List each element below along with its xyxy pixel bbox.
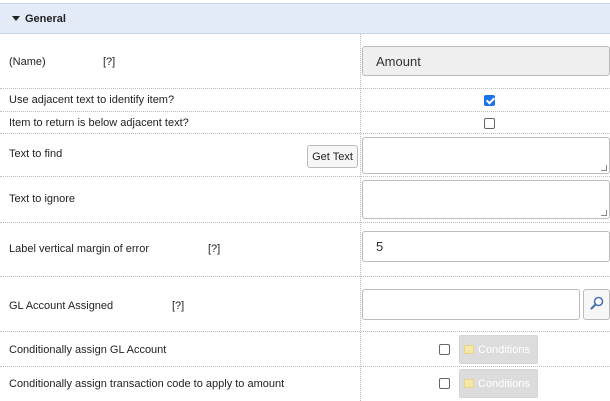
name-value: Amount <box>376 53 421 69</box>
conditions-label: Conditions <box>478 377 530 390</box>
resize-grip-icon[interactable] <box>601 165 607 171</box>
row-label-margin: Label vertical margin of error [?] 5 <box>0 223 610 277</box>
text-to-find-label: Text to find <box>9 148 63 160</box>
row-use-adjacent: Use adjacent text to identify item? <box>0 89 610 112</box>
section-header-general[interactable]: General <box>0 3 610 34</box>
label-margin-input[interactable]: 5 <box>362 231 610 262</box>
below-adjacent-checkbox[interactable] <box>484 118 495 129</box>
gl-lookup-button[interactable] <box>583 289 610 320</box>
row-text-to-ignore: Text to ignore <box>0 177 610 223</box>
cond-gl-conditions-button[interactable]: Conditions <box>459 335 538 364</box>
property-grid: General (Name) [?] Amount Use adjacent t… <box>0 0 610 401</box>
collapse-triangle-icon[interactable] <box>12 16 20 21</box>
row-text-to-find: Text to find Get Text <box>0 134 610 177</box>
cond-gl-label: Conditionally assign GL Account <box>9 344 167 356</box>
below-adjacent-label: Item to return is below adjacent text? <box>9 117 189 129</box>
conditions-icon <box>464 379 474 388</box>
name-label: (Name) <box>9 56 46 68</box>
cond-gl-checkbox[interactable] <box>439 344 450 355</box>
row-gl-account: GL Account Assigned [?] <box>0 277 610 332</box>
label-margin-help[interactable]: [?] <box>208 243 220 255</box>
cond-txn-conditions-button[interactable]: Conditions <box>459 369 538 398</box>
magnifier-icon <box>590 296 604 310</box>
conditions-label: Conditions <box>478 343 530 356</box>
gl-account-help[interactable]: [?] <box>172 300 184 312</box>
row-cond-txn: Conditionally assign transaction code to… <box>0 367 610 401</box>
use-adjacent-label: Use adjacent text to identify item? <box>9 94 175 106</box>
name-field[interactable]: Amount <box>362 46 610 76</box>
section-title: General <box>25 12 66 25</box>
cond-txn-label: Conditionally assign transaction code to… <box>9 378 285 390</box>
text-to-ignore-input[interactable] <box>362 180 610 219</box>
get-text-button[interactable]: Get Text <box>307 145 358 168</box>
gl-account-input[interactable] <box>362 289 580 320</box>
resize-grip-icon[interactable] <box>601 210 607 216</box>
row-cond-gl: Conditionally assign GL Account Conditio… <box>0 332 610 367</box>
label-margin-value: 5 <box>376 239 384 254</box>
gl-account-label: GL Account Assigned <box>9 300 114 312</box>
text-to-ignore-label: Text to ignore <box>9 193 76 205</box>
name-help[interactable]: [?] <box>103 56 115 68</box>
text-to-find-input[interactable] <box>362 137 610 174</box>
conditions-icon <box>464 345 474 354</box>
cond-txn-checkbox[interactable] <box>439 378 450 389</box>
use-adjacent-checkbox[interactable] <box>484 95 495 106</box>
row-name: (Name) [?] Amount <box>0 34 610 89</box>
label-margin-label: Label vertical margin of error <box>9 243 150 255</box>
row-below-adjacent: Item to return is below adjacent text? <box>0 112 610 134</box>
